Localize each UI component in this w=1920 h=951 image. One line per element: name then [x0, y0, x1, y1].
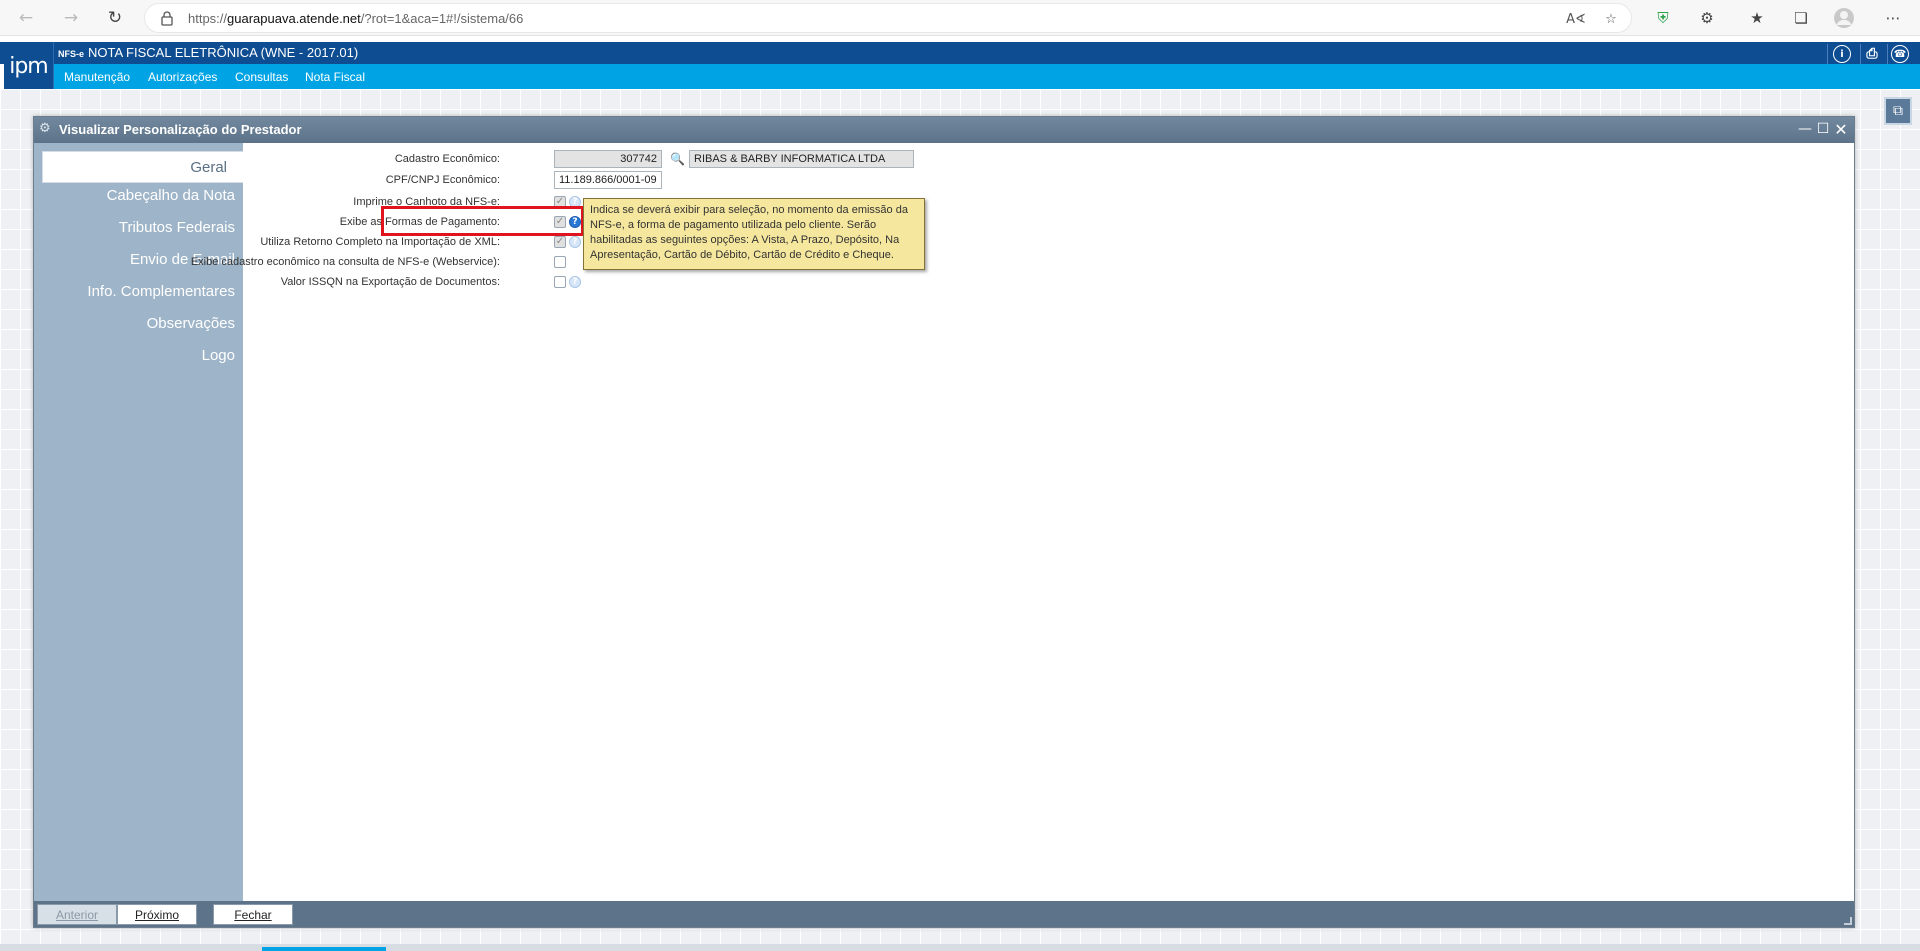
window-list-icon[interactable]: ⧉ [1884, 97, 1912, 125]
url-text: https://guarapuava.atende.net/?rot=1&aca… [188, 11, 524, 26]
sidebar-item-observacoes[interactable]: Observações [147, 315, 235, 332]
minimize-icon[interactable]: — [1796, 120, 1814, 138]
app-title: NFS-e NOTA FISCAL ELETRÔNICA (WNE - 2017.… [58, 45, 359, 60]
address-bar[interactable]: https://guarapuava.atende.net/?rot=1&aca… [144, 3, 1632, 33]
fechar-button[interactable]: Fechar [213, 904, 293, 925]
sidebar-item-tributos[interactable]: Tributos Federais [119, 219, 235, 236]
exibe-cadastro-checkbox[interactable] [554, 256, 566, 268]
search-icon[interactable]: 🔍 [670, 152, 685, 166]
utiliza-retorno-label: Utiliza Retorno Completo na Importação d… [260, 236, 500, 248]
help-icon[interactable]: ? [569, 236, 581, 248]
browser-toolbar: ← → ↻ https://guarapuava.atende.net/?rot… [0, 0, 1920, 36]
resize-grip[interactable] [1844, 917, 1852, 925]
lock-icon [161, 11, 173, 26]
help-icon[interactable]: ? [569, 276, 581, 288]
sidebar-item-geral[interactable]: Geral [42, 151, 243, 183]
sidebar-item-cabecalho[interactable]: Cabeçalho da Nota [107, 187, 235, 204]
help-tooltip: Indica se deverá exibir para seleção, no… [583, 198, 925, 270]
maximize-icon[interactable]: ☐ [1814, 120, 1832, 138]
collections-icon[interactable]: ❏ [1789, 6, 1813, 30]
avatar-icon[interactable] [1832, 6, 1856, 30]
menu-bar: Manutenção Autorizações Consultas Nota F… [54, 64, 1920, 89]
more-menu-icon[interactable]: ⋯ [1881, 6, 1905, 30]
menu-manutencao[interactable]: Manutenção [64, 70, 130, 84]
support-icon[interactable]: ☎ [1891, 45, 1909, 63]
utiliza-retorno-checkbox[interactable]: ✓ [554, 236, 566, 248]
menu-nota-fiscal[interactable]: Nota Fiscal [305, 70, 365, 84]
menu-autorizacoes[interactable]: Autorizações [148, 70, 217, 84]
print-icon[interactable]: ⎙ [1863, 45, 1881, 63]
cadastro-field[interactable]: 307742 [554, 150, 662, 168]
read-aloud-icon[interactable]: A∢ [1566, 10, 1586, 28]
sidebar-item-info[interactable]: Info. Complementares [87, 283, 235, 300]
anterior-button[interactable]: Anterior [37, 904, 117, 925]
proximo-button[interactable]: Próximo [117, 904, 197, 925]
menu-consultas[interactable]: Consultas [235, 70, 288, 84]
back-icon[interactable]: ← [14, 6, 38, 30]
cpf-label: CPF/CNPJ Econômico: [385, 174, 500, 186]
taskbar-strip [0, 944, 1920, 951]
dialog-title: Visualizar Personalização do Prestador [59, 122, 302, 137]
forward-icon[interactable]: → [59, 6, 83, 30]
valor-issqn-checkbox[interactable] [554, 276, 566, 288]
dialog-window: ⚙ Visualizar Personalização do Prestador… [33, 116, 1855, 928]
valor-issqn-label: Valor ISSQN na Exportação de Documentos: [280, 276, 500, 288]
cadastro-name-field[interactable]: RIBAS & BARBY INFORMATICA LTDA [689, 150, 914, 168]
sidebar-item-logo[interactable]: Logo [202, 347, 235, 364]
dialog-footer: Anterior Próximo Fechar [34, 901, 1854, 927]
close-icon[interactable]: ✕ [1832, 120, 1850, 139]
ipm-logo: ipm [4, 42, 54, 90]
refresh-icon[interactable]: ↻ [103, 6, 127, 30]
highlight-annotation [381, 206, 584, 236]
dialog-title-bar: ⚙ Visualizar Personalização do Prestador… [34, 117, 1854, 143]
gear-icon: ⚙ [39, 121, 51, 136]
exibe-cadastro-label: Exibe cadastro econômico na consulta de … [190, 256, 500, 268]
cadastro-label: Cadastro Econômico: [394, 153, 500, 165]
dialog-content: Cadastro Econômico: 307742 🔍 RIBAS & BAR… [191, 143, 1854, 901]
favorites-icon[interactable]: ★ [1745, 6, 1769, 30]
favorite-add-icon[interactable]: ☆ [1602, 10, 1620, 28]
cpf-field[interactable]: 11.189.866/0001-09 [554, 171, 662, 189]
info-icon[interactable]: i [1833, 45, 1851, 63]
shield-icon[interactable]: ⛨ [1651, 6, 1675, 30]
extensions-icon[interactable]: ⚙ [1695, 6, 1719, 30]
